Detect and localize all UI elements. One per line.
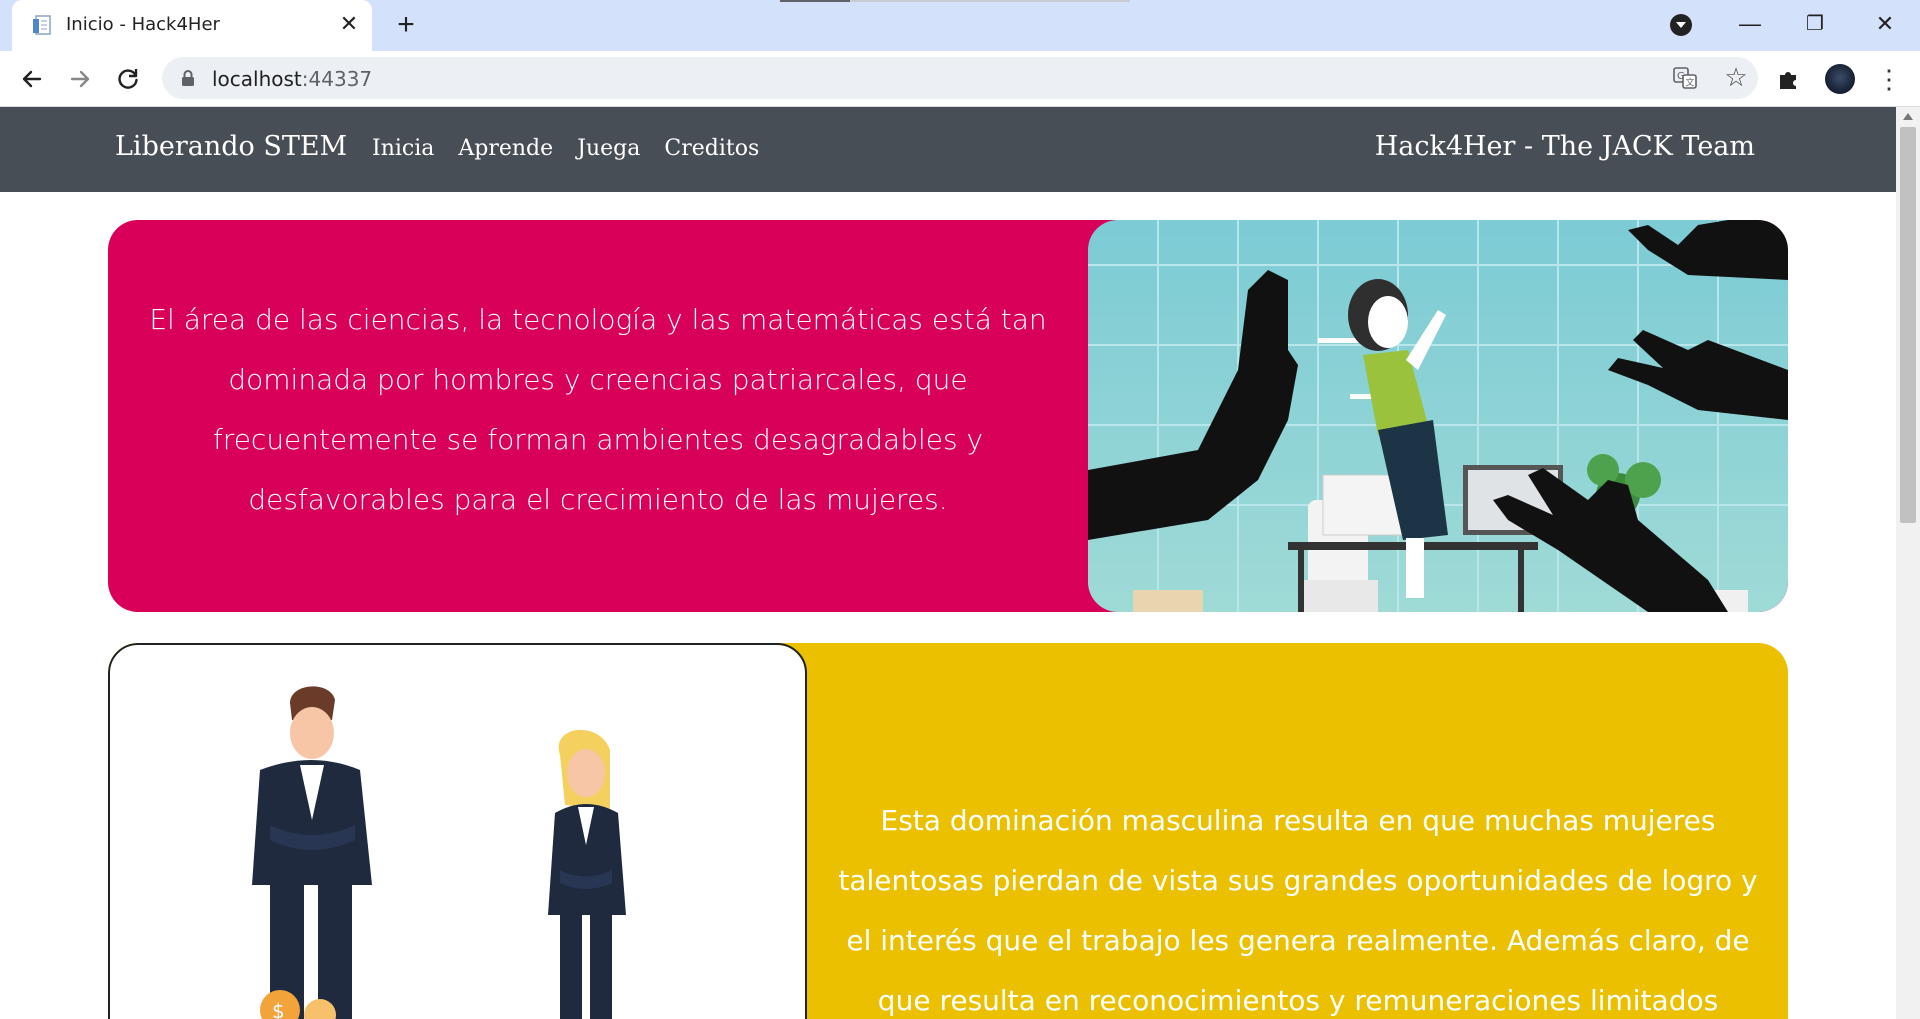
bookmark-star-icon[interactable]: ☆: [1722, 63, 1750, 91]
team-name: Hack4Her - The JACK Team: [1374, 131, 1755, 162]
extensions-puzzle-icon[interactable]: [1775, 65, 1803, 93]
tab-close-icon[interactable]: ✕: [335, 10, 363, 38]
site-navbar: Liberando STEM Inicia Aprende Juega Cred…: [0, 107, 1896, 192]
intro-card-text: El área de las ciencias, la tecnología y…: [149, 303, 1047, 516]
url-text[interactable]: localhost:44337: [212, 67, 372, 91]
browser-tab-bar: Inicio - Hack4Her ✕ + — ❐ ✕: [0, 0, 1920, 51]
page-scrollbar[interactable]: [1896, 107, 1920, 1019]
svg-text:文: 文: [1686, 77, 1695, 89]
nav-link-creditos[interactable]: Creditos: [664, 136, 759, 161]
nav-link-juega[interactable]: Juega: [577, 136, 640, 161]
browser-menu-icon[interactable]: ⋮: [1876, 63, 1902, 95]
nav-link-inicia[interactable]: Inicia: [372, 136, 434, 161]
woman-surrounded-by-hands-illustration: [1088, 220, 1788, 612]
browser-tab[interactable]: Inicio - Hack4Her ✕: [12, 0, 372, 51]
minimize-button[interactable]: —: [1725, 6, 1775, 42]
page-viewport: Liberando STEM Inicia Aprende Juega Cred…: [0, 107, 1896, 1019]
back-arrow-icon[interactable]: [16, 63, 48, 95]
address-bar[interactable]: localhost:44337 G 文 ☆: [162, 57, 1758, 99]
scroll-up-icon[interactable]: [1903, 113, 1913, 120]
reload-icon[interactable]: [112, 63, 144, 95]
lock-icon[interactable]: [180, 69, 196, 87]
browser-toolbar: localhost:44337 G 文 ☆ ⋮: [0, 51, 1920, 107]
svg-text:$: $: [272, 999, 285, 1019]
restore-button[interactable]: ❐: [1790, 6, 1840, 42]
close-window-button[interactable]: ✕: [1860, 6, 1910, 42]
translate-icon[interactable]: G 文: [1672, 65, 1698, 91]
tab-strip-indicator: [780, 0, 1130, 2]
scrollbar-thumb[interactable]: [1900, 127, 1916, 523]
info-card-text: Esta dominación masculina resulta en que…: [838, 804, 1758, 1017]
forward-arrow-icon[interactable]: [64, 63, 96, 95]
tab-title: Inicio - Hack4Her: [66, 14, 220, 35]
site-brand-link[interactable]: Liberando STEM: [115, 131, 347, 162]
info-card-yellow: $ Esta dominación masculina resulta en q…: [108, 643, 1788, 1019]
intro-card-pink: El área de las ciencias, la tecnología y…: [108, 220, 1788, 612]
tab-search-icon[interactable]: [1670, 14, 1692, 36]
site-nav-links: Inicia Aprende Juega Creditos: [372, 136, 759, 161]
profile-avatar[interactable]: [1825, 64, 1855, 94]
new-tab-button[interactable]: +: [390, 10, 422, 42]
page-favicon-icon: [33, 15, 51, 35]
nav-link-aprende[interactable]: Aprende: [458, 136, 553, 161]
man-and-woman-businesspeople-illustration: $: [108, 643, 807, 1019]
